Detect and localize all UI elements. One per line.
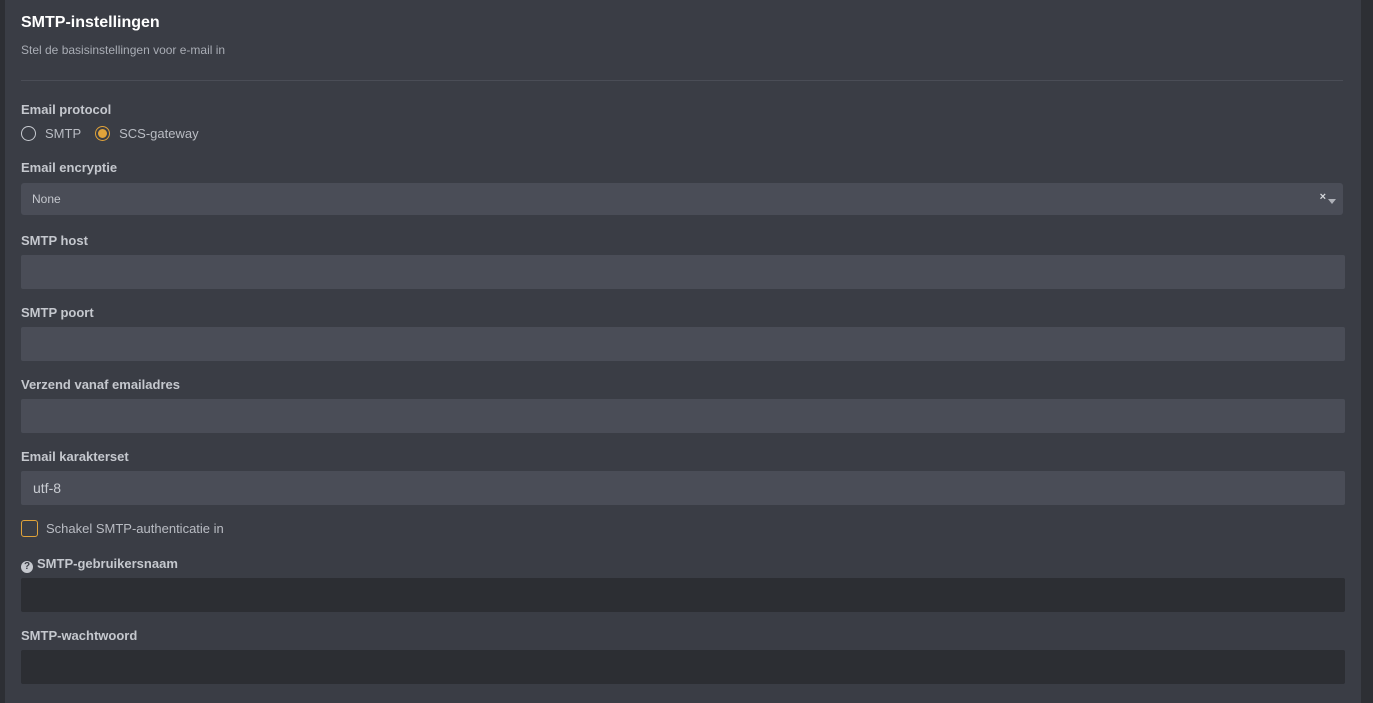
smtp-password-input[interactable] bbox=[21, 650, 1345, 684]
chevron-down-icon[interactable] bbox=[1328, 199, 1336, 204]
smtp-port-input[interactable] bbox=[21, 327, 1345, 361]
email-protocol-radio-group: SMTP SCS-gateway bbox=[21, 124, 213, 142]
radio-scs-gateway-label[interactable]: SCS-gateway bbox=[119, 126, 198, 141]
clear-icon[interactable]: × bbox=[1320, 191, 1326, 203]
email-encryption-select[interactable]: None × bbox=[21, 183, 1343, 215]
smtp-username-label: SMTP-gebruikersnaam bbox=[37, 556, 178, 571]
charset-value: utf-8 bbox=[33, 480, 62, 496]
smtp-auth-label[interactable]: Schakel SMTP-authenticatie in bbox=[46, 521, 224, 536]
email-encryption-value: None bbox=[32, 192, 61, 206]
smtp-username-input[interactable] bbox=[21, 578, 1345, 612]
smtp-username-label-row: ? SMTP-gebruikersnaam bbox=[21, 556, 178, 573]
radio-smtp-label[interactable]: SMTP bbox=[45, 126, 81, 141]
section-title: SMTP-instellingen bbox=[21, 14, 160, 31]
radio-smtp[interactable] bbox=[21, 125, 36, 141]
smtp-password-label: SMTP-wachtwoord bbox=[21, 628, 138, 643]
section-subtitle: Stel de basisinstellingen voor e-mail in bbox=[21, 43, 226, 57]
from-address-label: Verzend vanaf emailadres bbox=[21, 377, 180, 392]
from-address-input[interactable] bbox=[21, 399, 1345, 433]
smtp-port-label: SMTP poort bbox=[21, 305, 94, 320]
smtp-auth-row: Schakel SMTP-authenticatie in bbox=[21, 520, 224, 537]
radio-scs-gateway[interactable] bbox=[95, 125, 111, 141]
charset-input[interactable]: utf-8 bbox=[21, 471, 1345, 505]
settings-panel: SMTP-instellingen Stel de basisinstellin… bbox=[5, 0, 1361, 703]
question-circle-icon[interactable]: ? bbox=[21, 560, 33, 573]
section-divider bbox=[21, 80, 1343, 81]
charset-label: Email karakterset bbox=[21, 449, 129, 464]
email-protocol-label: Email protocol bbox=[21, 102, 112, 117]
smtp-host-label: SMTP host bbox=[21, 233, 88, 248]
email-encryption-label: Email encryptie bbox=[21, 160, 118, 175]
smtp-host-input[interactable] bbox=[21, 255, 1345, 289]
radio-selected-dot bbox=[98, 128, 108, 138]
smtp-auth-checkbox[interactable] bbox=[21, 520, 38, 537]
